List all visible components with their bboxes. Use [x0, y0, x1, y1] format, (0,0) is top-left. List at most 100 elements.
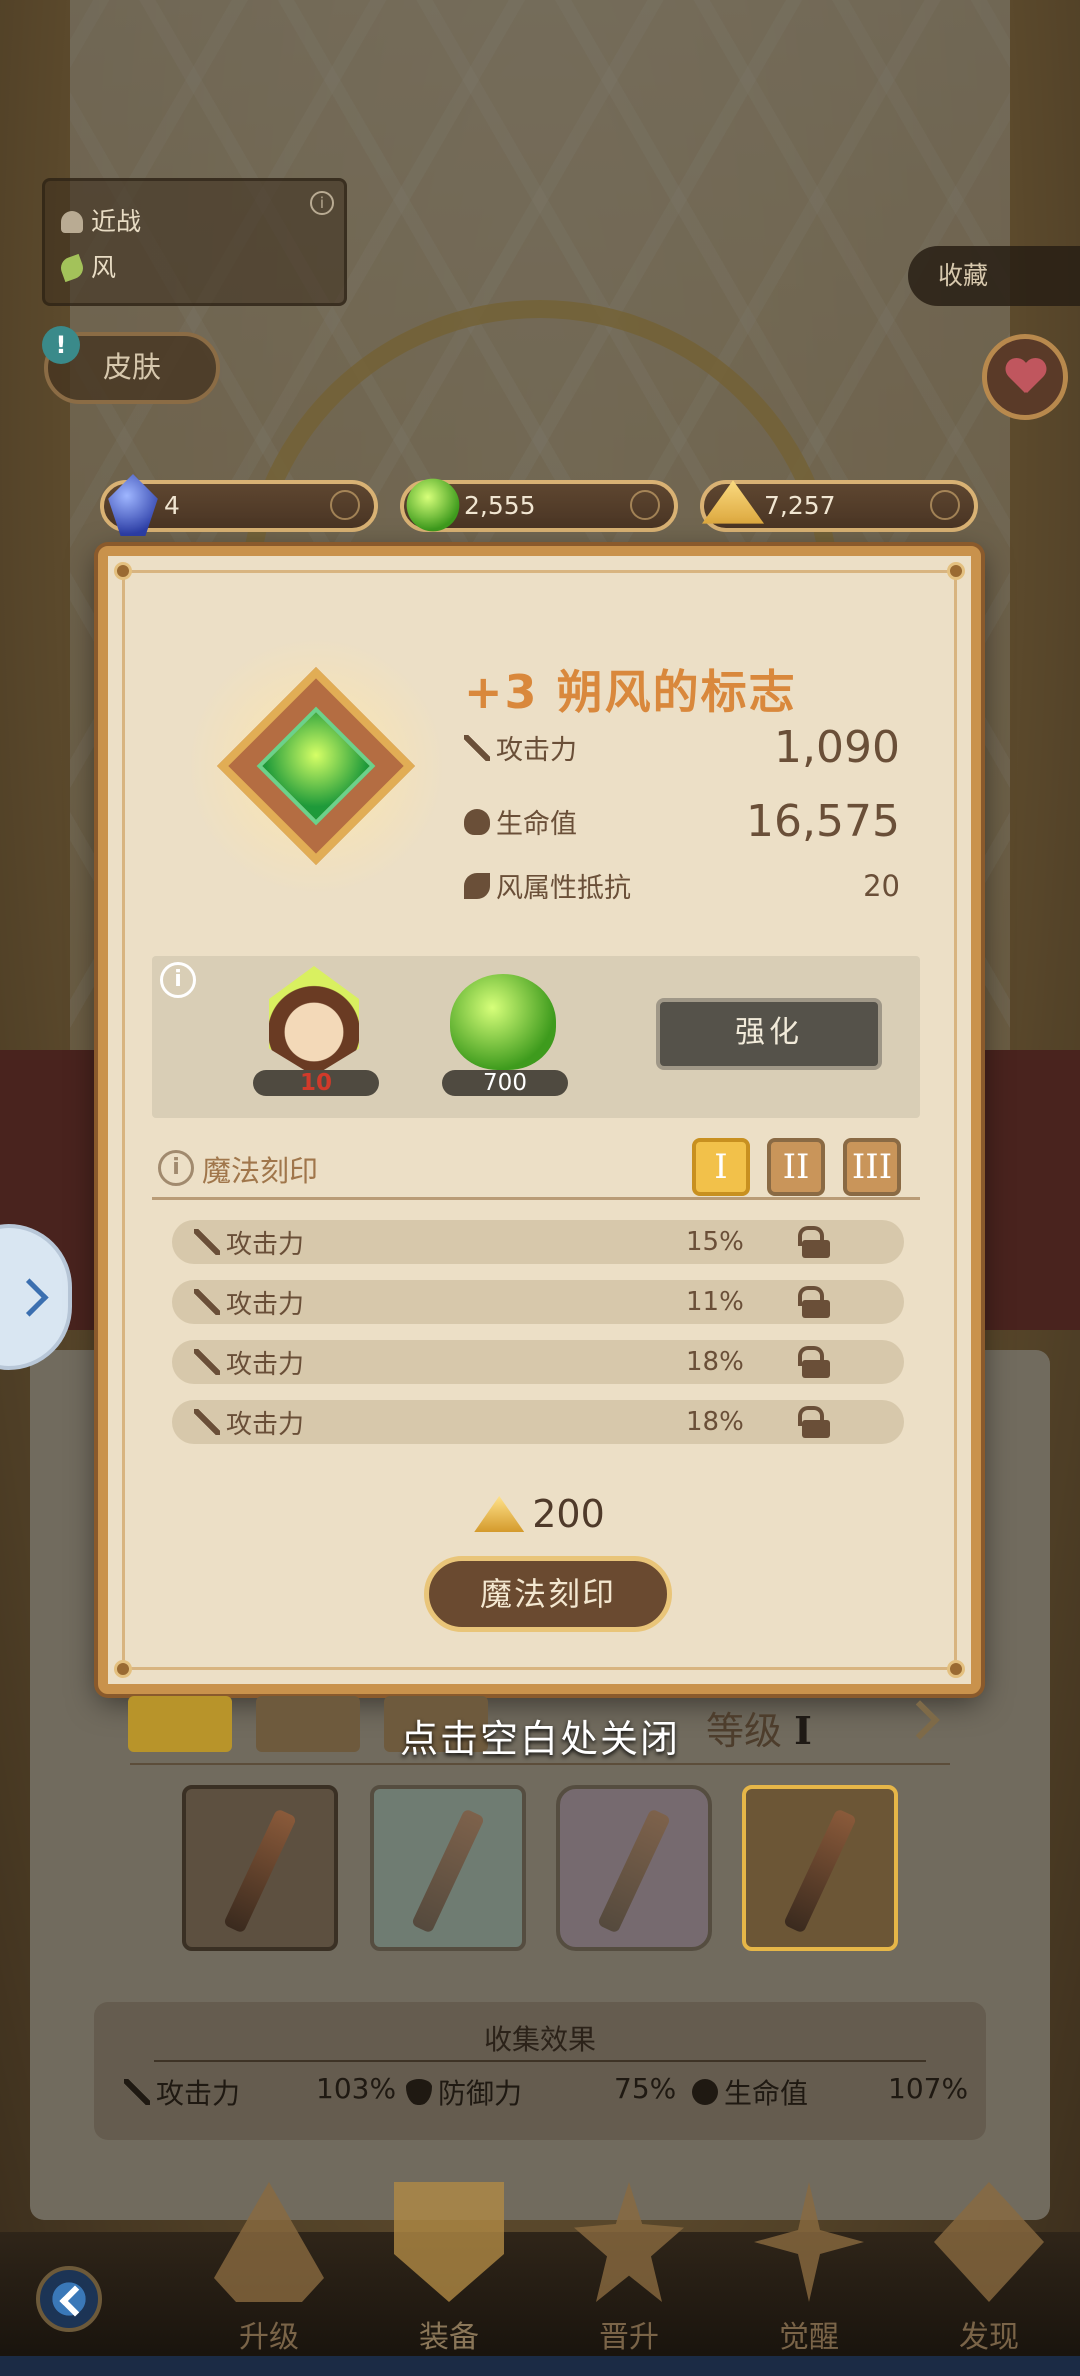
currency-value: 2,555 [464, 491, 536, 520]
stat-attack: 攻击力 1,090 [464, 722, 900, 773]
heart-shield-icon [464, 808, 490, 835]
weapon-card[interactable] [556, 1785, 712, 1951]
discover-icon [934, 2182, 1044, 2302]
lock-icon[interactable] [794, 1226, 830, 1258]
decorative-swirl [930, 490, 960, 520]
corner-rivet [947, 562, 965, 580]
equipment-icon [394, 2182, 504, 2302]
tier-3-button[interactable]: III [843, 1138, 901, 1196]
collect-tab[interactable]: 收藏 [908, 246, 1080, 306]
nav-label: 觉醒 [779, 2320, 839, 2355]
shield-icon [406, 2079, 432, 2105]
green-slime-icon [450, 974, 556, 1070]
sword-icon [464, 734, 490, 761]
weapon-card[interactable] [742, 1785, 898, 1951]
currency-blue-gem: 4 [100, 474, 378, 536]
equipment-emblem-icon [186, 636, 446, 896]
heart-icon [692, 2079, 718, 2105]
upgrade-icon [214, 2182, 324, 2302]
rune-label: 攻击力 [226, 1229, 305, 1260]
nav-label: 装备 [419, 2320, 479, 2355]
sword-icon [124, 2079, 150, 2105]
enhance-section: i 10 700 强化 [152, 956, 920, 1118]
equipment-title: +3 朔风的标志 [464, 665, 797, 719]
grade-label: 等级 I [706, 1700, 812, 1755]
currency-green-slime: 2,555 [400, 478, 678, 532]
corner-rivet [947, 1660, 965, 1678]
rune-label: 攻击力 [226, 1289, 305, 1320]
grade-value: I [794, 1708, 812, 1753]
stat-wind-resist: 风属性抵抗 20 [464, 866, 900, 905]
collection-stat-value: 75% [614, 2072, 677, 2105]
nav-upgrade[interactable]: 升级 [204, 2182, 334, 2372]
heart-icon [1005, 359, 1045, 395]
stat-value: 20 [863, 868, 900, 903]
rune-row: 攻击力 11% [172, 1280, 904, 1324]
nav-label: 晋升 [599, 2320, 659, 2355]
promote-icon [574, 2182, 684, 2302]
element-label: 风 [91, 253, 117, 282]
rune-label: 攻击力 [226, 1349, 305, 1380]
weapon-icon [410, 1808, 486, 1934]
tier-2-button[interactable]: II [767, 1138, 825, 1196]
collection-effect-panel: 收集效果 攻击力 103% 防御力 75% 生命值 107% [94, 2002, 986, 2140]
collection-stat-label: 防御力 [438, 2077, 523, 2110]
rune-cost: 200 [108, 1492, 971, 1536]
tier-1-button[interactable]: I [692, 1138, 750, 1196]
back-button[interactable] [36, 2266, 102, 2332]
decorative-swirl [330, 490, 360, 520]
nav-bottom-edge [0, 2356, 1080, 2376]
bottom-nav: 升级 装备 晋升 觉醒 发现 [0, 2182, 1080, 2376]
enhance-button[interactable]: 强化 [656, 998, 882, 1070]
stat-label: 风属性抵抗 [496, 873, 631, 904]
weapon-card[interactable] [182, 1785, 338, 1951]
collection-stat-value: 107% [888, 2072, 969, 2105]
sword-icon [194, 1289, 220, 1315]
collection-stat-value: 103% [316, 2072, 397, 2105]
nav-awaken[interactable]: 觉醒 [744, 2182, 874, 2372]
class-info-box: i 近战 风 [42, 178, 347, 306]
sword-icon [194, 1229, 220, 1255]
lock-icon[interactable] [794, 1406, 830, 1438]
weapon-card[interactable] [370, 1785, 526, 1951]
favorite-button[interactable] [982, 334, 1068, 420]
rune-title: 魔法刻印 [202, 1154, 319, 1188]
collection-title: 收集效果 [483, 2023, 596, 2056]
collection-stat-label: 攻击力 [156, 2077, 241, 2110]
melee-icon [61, 211, 83, 233]
stat-label: 攻击力 [496, 735, 577, 766]
stat-value: 1,090 [774, 722, 900, 773]
rune-info-icon[interactable]: i [158, 1150, 194, 1186]
awaken-icon [754, 2182, 864, 2302]
equipment-detail-modal: +3 朔风的标志 攻击力 1,090 生命值 16,575 风属性抵抗 20 i… [98, 546, 981, 1694]
nav-equipment[interactable]: 装备 [384, 2182, 514, 2372]
gold-pile-icon [474, 1496, 525, 1532]
stat-label: 生命值 [496, 809, 577, 840]
rune-cost-value: 200 [532, 1492, 605, 1536]
class-info-icon[interactable]: i [310, 191, 334, 215]
magic-rune-button[interactable]: 魔法刻印 [424, 1556, 672, 1632]
blue-gem-icon [108, 474, 158, 536]
stat-value: 16,575 [746, 796, 900, 847]
nav-discover[interactable]: 发现 [924, 2182, 1054, 2372]
lock-icon[interactable] [794, 1286, 830, 1318]
magic-rune-header: i 魔法刻印 I II III [152, 1132, 920, 1200]
enhance-info-icon[interactable]: i [160, 962, 196, 998]
collection-stat-defense: 防御力 [406, 2072, 522, 2112]
lock-icon[interactable] [794, 1346, 830, 1378]
rune-value: 18% [686, 1347, 744, 1377]
hero-level-bar: 10 [253, 1070, 379, 1096]
rune-value: 15% [686, 1227, 744, 1257]
rune-label: 攻击力 [226, 1409, 305, 1440]
attack-type-label: 近战 [91, 207, 142, 236]
gold-pile-icon [702, 480, 764, 524]
decorative-swirl [630, 490, 660, 520]
weapon-icon [596, 1808, 672, 1934]
rune-row: 攻击力 18% [172, 1340, 904, 1384]
skin-alert-icon: ! [42, 326, 80, 364]
nav-promote[interactable]: 晋升 [564, 2182, 694, 2372]
nav-label: 升级 [239, 2320, 299, 2355]
rune-row: 攻击力 18% [172, 1400, 904, 1444]
rune-value: 11% [686, 1287, 744, 1317]
collection-stat-attack: 攻击力 [124, 2072, 240, 2112]
